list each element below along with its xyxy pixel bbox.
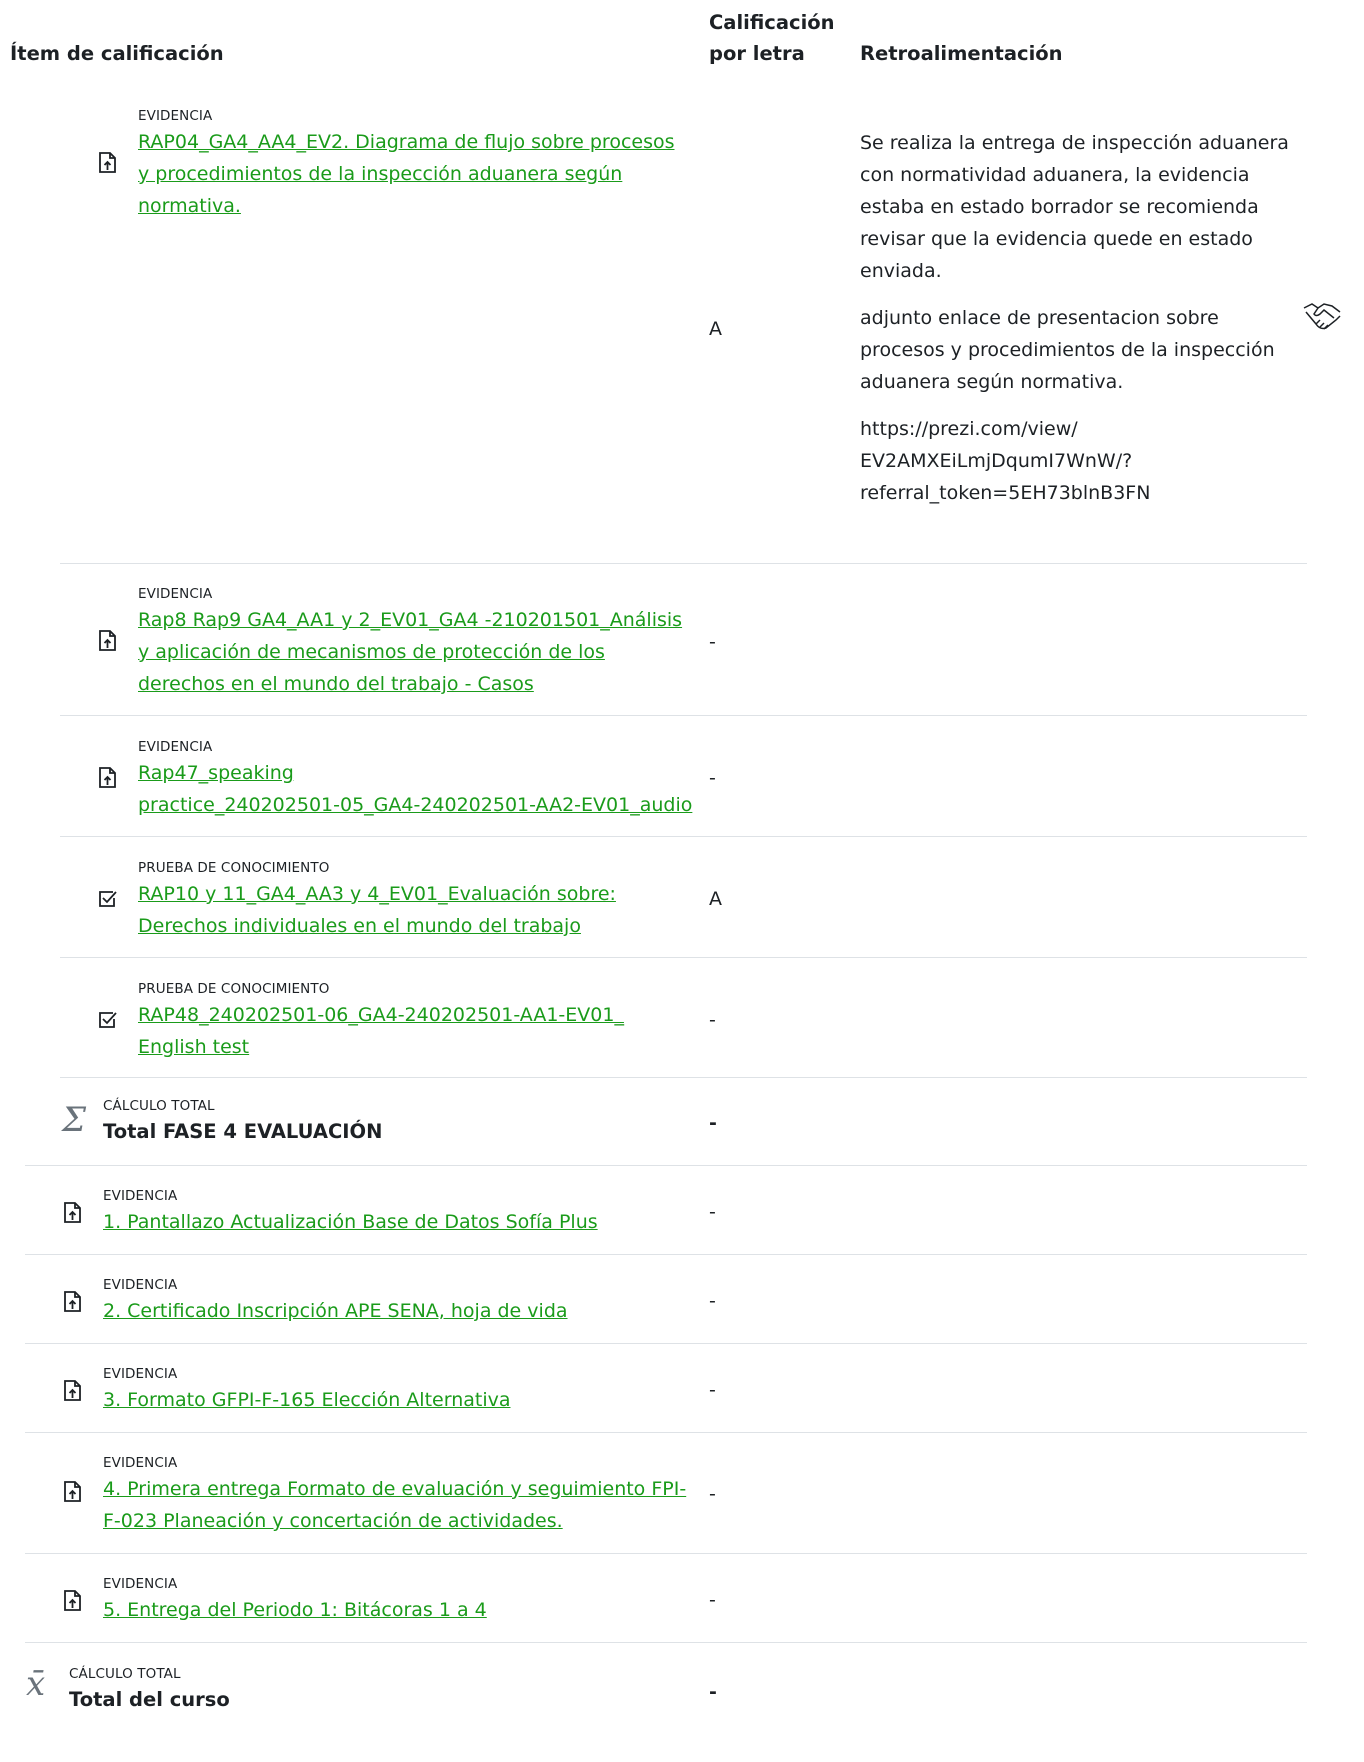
grade-item-link-line: y procedimientos de la inspección aduane… [138,163,623,185]
row-separator [60,715,1307,716]
file-upload-icon [62,1201,84,1225]
grade-item-link-line: y aplicación de mecanismos de protección… [138,641,605,663]
row-separator [60,1077,1307,1078]
col-header-item: Ítem de calificación [10,42,224,65]
letter-grade: - [709,1483,716,1505]
grade-item-link-line: F-023 Planeación y concertación de activ… [103,1510,563,1532]
item-type-label: EVIDENCIA [138,739,213,755]
letter-grade: - [709,631,716,653]
grade-item-link[interactable]: RAP10 y 11_GA4_AA3 y 4_EV01_Evaluación s… [138,878,616,942]
feedback-paragraph: https://prezi.com/view/ EV2AMXEiLmjDqumI… [860,418,1151,504]
item-type-label: EVIDENCIA [103,1576,178,1592]
grade-item-link-line: normativa. [138,195,241,217]
letter-grade: - [709,1112,717,1134]
checkbox-icon [97,1007,119,1031]
grade-item-link[interactable]: Rap47_speaking practice_240202501-05_GA4… [138,757,692,821]
row-separator [25,1432,1307,1433]
col-header-letter: Calificación por letra [709,7,835,69]
item-type-label: CÁLCULO TOTAL [69,1666,181,1682]
category-total-title: Total FASE 4 EVALUACIÓN [103,1120,383,1143]
item-type-label: EVIDENCIA [103,1188,178,1204]
grade-item-link[interactable]: 3. Formato GFPI-F-165 Elección Alternati… [103,1384,511,1416]
row-separator [60,957,1307,958]
item-type-label: EVIDENCIA [103,1366,178,1382]
sigma-icon: Σ [62,1100,87,1140]
row-separator [60,836,1307,837]
file-upload-icon [62,1589,84,1613]
file-upload-icon [62,1480,84,1504]
letter-grade: - [709,1589,716,1611]
col-header-letter-line1: Calificación [709,11,835,34]
letter-grade: - [709,767,716,789]
letter-grade: - [709,1009,716,1031]
handshake-icon[interactable] [1302,298,1342,338]
file-upload-icon [97,766,119,790]
letter-grade: - [709,1379,716,1401]
grade-item-link-line: derechos en el mundo del trabajo - Casos [138,673,534,695]
item-type-label: CÁLCULO TOTAL [103,1098,215,1114]
grade-item-link-line: 3. Formato GFPI-F-165 Elección Alternati… [103,1389,511,1411]
grade-item-link-line: Rap47_speaking [138,762,294,784]
feedback-text: Se realiza la entrega de inspección adua… [860,127,1300,524]
grade-item-link[interactable]: 1. Pantallazo Actualización Base de Dato… [103,1206,598,1238]
letter-grade: A [709,888,722,910]
grade-item-link[interactable]: RAP04_GA4_AA4_EV2. Diagrama de flujo sob… [138,126,675,222]
grade-item-link-line: 5. Entrega del Periodo 1: Bitácoras 1 a … [103,1599,487,1621]
grade-item-link-line: 4. Primera entrega Formato de evaluación… [103,1478,687,1500]
grade-item-link[interactable]: RAP48_240202501-06_GA4-240202501-AA1-EV0… [138,999,624,1063]
row-separator [25,1165,1307,1166]
item-type-label: EVIDENCIA [103,1455,178,1471]
grade-item-link[interactable]: Rap8 Rap9 GA4_AA1 y 2_EV01_GA4 -21020150… [138,604,682,700]
grade-item-link-line: RAP48_240202501-06_GA4-240202501-AA1-EV0… [138,1004,624,1026]
row-separator [25,1343,1307,1344]
checkbox-icon [97,886,119,910]
grade-item-link-line: English test [138,1036,250,1058]
letter-grade: - [709,1681,717,1703]
row-separator [25,1553,1307,1554]
item-type-label: EVIDENCIA [103,1277,178,1293]
file-upload-icon [97,151,119,175]
course-total-title: Total del curso [69,1688,230,1711]
feedback-paragraph: Se realiza la entrega de inspección adua… [860,132,1289,282]
grade-item-link-line: practice_240202501-05_GA4-240202501-AA2-… [138,794,693,816]
col-header-feedback: Retroalimentación [860,42,1063,65]
item-type-label: EVIDENCIA [138,108,213,124]
grade-item-link-line: 1. Pantallazo Actualización Base de Dato… [103,1211,598,1233]
grade-item-link[interactable]: 5. Entrega del Periodo 1: Bitácoras 1 a … [103,1594,487,1626]
grade-item-link[interactable]: 2. Certificado Inscripción APE SENA, hoj… [103,1295,568,1327]
grade-item-link-line: Rap8 Rap9 GA4_AA1 y 2_EV01_GA4 -21020150… [138,609,683,631]
grade-item-link-line: RAP10 y 11_GA4_AA3 y 4_EV01_Evaluación s… [138,883,616,905]
row-separator [60,563,1307,564]
item-type-label: PRUEBA DE CONOCIMIENTO [138,860,330,876]
file-upload-icon [97,629,119,653]
col-header-letter-line2: por letra [709,42,805,65]
letter-grade: - [709,1201,716,1223]
row-separator [25,1642,1307,1643]
feedback-paragraph: adjunto enlace de presentacion sobre pro… [860,307,1275,393]
grade-item-link-line: 2. Certificado Inscripción APE SENA, hoj… [103,1300,568,1322]
letter-grade: - [709,1290,716,1312]
grade-item-link[interactable]: 4. Primera entrega Formato de evaluación… [103,1473,686,1537]
file-upload-icon [62,1290,84,1314]
row-separator [25,1254,1307,1255]
grade-item-link-line: Derechos individuales en el mundo del tr… [138,915,581,937]
file-upload-icon [62,1379,84,1403]
item-type-label: PRUEBA DE CONOCIMIENTO [138,981,330,997]
grade-item-link-line: RAP04_GA4_AA4_EV2. Diagrama de flujo sob… [138,131,675,153]
mean-icon: x̄ [26,1664,46,1704]
item-type-label: EVIDENCIA [138,586,213,602]
letter-grade: A [709,318,722,340]
